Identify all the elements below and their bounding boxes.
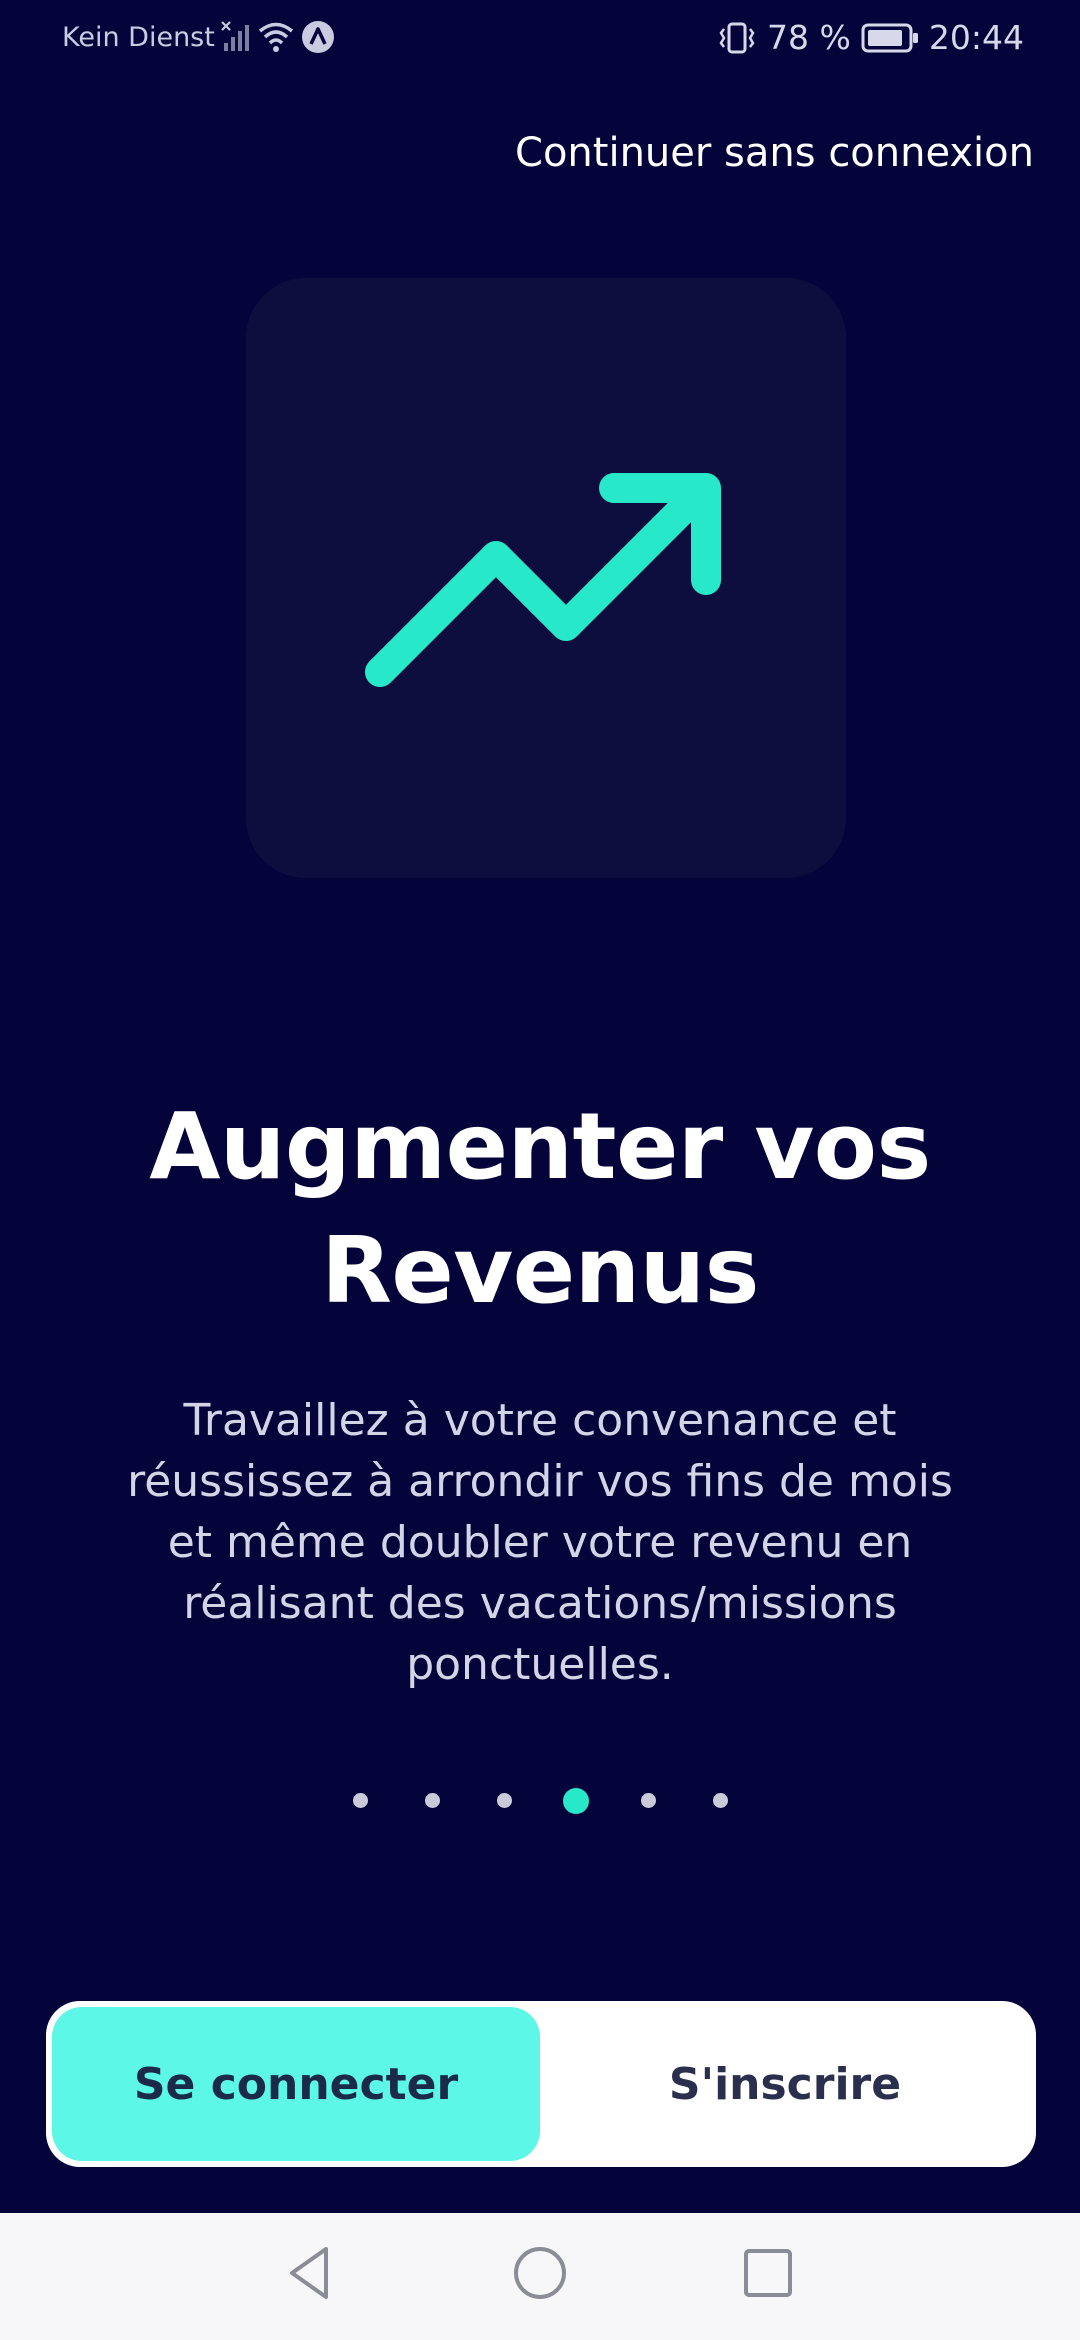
no-signal-icon [221, 21, 249, 51]
clock: 20:44 [928, 18, 1024, 57]
recents-icon[interactable] [740, 2243, 796, 2303]
page-indicator [0, 1786, 1080, 1816]
battery-icon [861, 23, 918, 52]
trending-up-arrow-icon [365, 473, 721, 687]
onboarding-description: Travaillez à votre convenance et réussis… [127, 1395, 953, 1690]
page-dot [640, 1793, 656, 1808]
status-bar: Kein Dienst 78 % 20:44 [0, 0, 1080, 76]
system-nav-bar [0, 2213, 1080, 2340]
vibrate-icon [719, 22, 755, 53]
home-icon[interactable] [512, 2243, 568, 2303]
page-dot-active [563, 1788, 589, 1814]
page-dot [712, 1793, 728, 1808]
battery-percent: 78 % [767, 18, 851, 57]
continue-without-login-link[interactable]: Continuer sans connexion [515, 130, 1034, 176]
wifi-icon [258, 22, 293, 52]
status-right: 78 % 20:44 [717, 18, 1024, 57]
app-notification-icon [301, 21, 334, 53]
auth-toggle: Se connecter S'inscrire [46, 2001, 1036, 2167]
page-dot [352, 1793, 368, 1808]
status-left: Kein Dienst [62, 20, 335, 54]
onboarding-title: Augmenter vos Revenus [149, 1093, 931, 1324]
back-icon[interactable] [282, 2243, 338, 2303]
page-dot [496, 1793, 512, 1808]
illustration-card [246, 278, 846, 878]
login-button[interactable]: Se connecter [52, 2007, 540, 2161]
page-dot [424, 1793, 440, 1808]
signup-button[interactable]: S'inscrire [540, 2007, 1030, 2161]
carrier-label: Kein Dienst [62, 21, 215, 53]
